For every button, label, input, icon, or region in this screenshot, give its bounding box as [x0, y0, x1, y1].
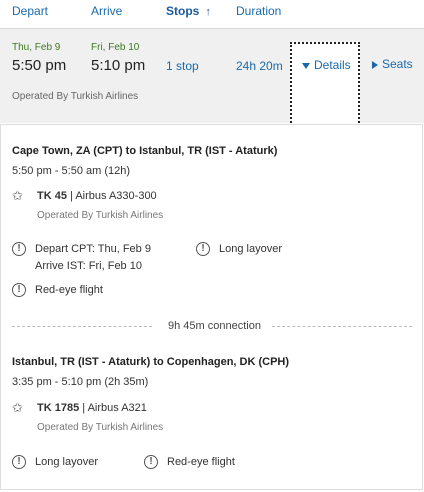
segment-1-red-eye: Red-eye flight: [35, 284, 103, 296]
segment-2-flight-number: TK 1785: [37, 402, 80, 414]
divider: [272, 326, 412, 327]
segment-1-separator: |: [70, 190, 73, 202]
segment-1-route: Cape Town, ZA (CPT) to Istanbul, TR (IST…: [12, 145, 278, 157]
sort-stops[interactable]: Stops ↑: [166, 4, 211, 18]
segment-2-red-eye: Red-eye flight: [167, 456, 235, 468]
depart-date: Thu, Feb 9: [12, 42, 61, 53]
segment-2-operated-by: Operated By Turkish Airlines: [37, 422, 164, 433]
star-alliance-icon: ✩: [12, 188, 23, 203]
connection-time: 9h 45m connection: [168, 320, 261, 332]
segment-2-long-layover: Long layover: [35, 456, 98, 468]
notice-icon: !: [12, 283, 26, 297]
caret-down-icon: [302, 62, 310, 69]
segment-1-operated-by: Operated By Turkish Airlines: [37, 210, 164, 221]
segment-2-separator: |: [82, 402, 86, 414]
caret-right-icon: [372, 60, 378, 69]
details-label: Details: [314, 58, 351, 72]
sort-arrive[interactable]: Arrive: [91, 4, 122, 18]
arrive-date: Fri, Feb 10: [91, 42, 140, 53]
details-toggle: Details: [302, 58, 351, 72]
segment-2-aircraft: Airbus A321: [87, 402, 147, 414]
segment-2-route: Istanbul, TR (IST - Ataturk) to Copenhag…: [12, 356, 290, 368]
segment-1-aircraft: Airbus A330-300: [75, 190, 157, 202]
notice-icon: !: [12, 455, 26, 469]
segment-1-flight: TK 45 | Airbus A330-300: [37, 190, 157, 202]
notice-icon: !: [12, 242, 26, 256]
star-alliance-icon: ✩: [12, 400, 23, 415]
segment-2-times: 3:35 pm - 5:10 pm (2h 35m): [12, 376, 149, 388]
segment-1-times: 5:50 pm - 5:50 am (12h): [12, 165, 131, 177]
flight-summary-row: Thu, Feb 9 5:50 pm Fri, Feb 10 5:10 pm 1…: [0, 29, 424, 123]
operated-by: Operated By Turkish Airlines: [12, 91, 139, 102]
duration-value: 24h 20m: [236, 59, 283, 73]
sort-depart[interactable]: Depart: [12, 4, 48, 18]
divider: [12, 326, 152, 327]
notice-icon: !: [196, 242, 210, 256]
segment-2-flight: TK 1785 | Airbus A321: [37, 402, 147, 414]
sort-stops-label: Stops: [166, 4, 200, 18]
arrive-time: 5:10 pm: [91, 57, 146, 74]
seats-label: Seats: [382, 57, 413, 71]
seats-button[interactable]: Seats: [372, 57, 413, 71]
segment-1-depart-date: Depart CPT: Thu, Feb 9: [35, 243, 151, 255]
results-header: Depart Arrive Stops ↑ Duration: [0, 0, 424, 29]
stops-link[interactable]: 1 stop: [166, 59, 199, 73]
sort-duration[interactable]: Duration: [236, 4, 281, 18]
segment-1-arrive-date: Arrive IST: Fri, Feb 10: [35, 260, 142, 272]
details-button[interactable]: Details: [290, 42, 360, 126]
segment-1-flight-number: TK 45: [37, 190, 67, 202]
notice-icon: !: [144, 455, 158, 469]
arrow-up-icon: ↑: [205, 6, 211, 18]
flight-details-panel: [0, 124, 423, 490]
depart-time: 5:50 pm: [12, 57, 67, 74]
segment-1-long-layover: Long layover: [219, 243, 282, 255]
